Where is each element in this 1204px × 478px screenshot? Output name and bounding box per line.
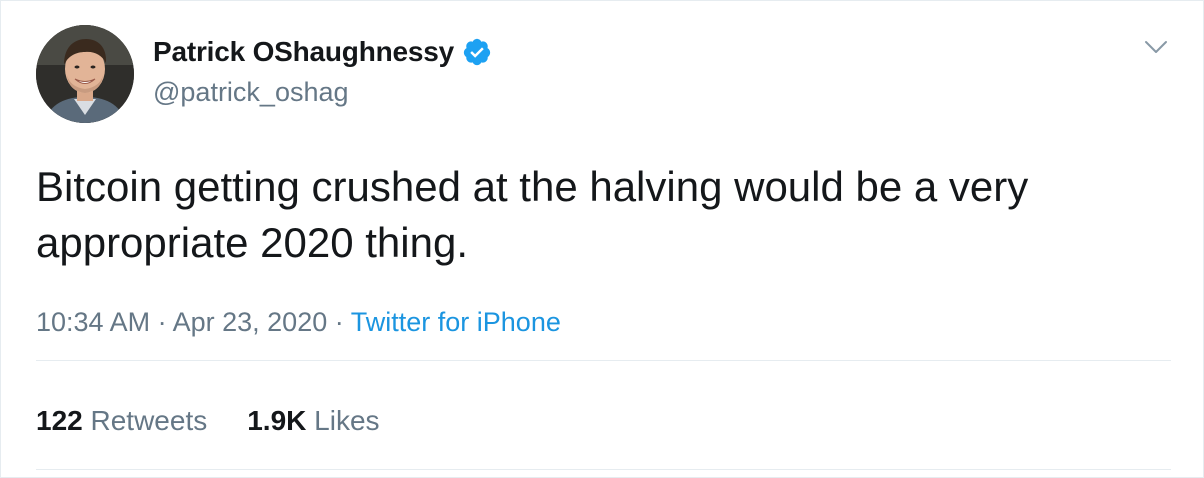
meta-separator: ·	[157, 307, 167, 337]
author-display-name[interactable]: Patrick OShaughnessy	[153, 36, 454, 68]
divider	[36, 360, 1171, 361]
tweet-date[interactable]: Apr 23, 2020	[173, 307, 328, 337]
tweet-source-link[interactable]: Twitter for iPhone	[351, 307, 561, 337]
tweet-card: Patrick OShaughnessy @patrick_oshag Bitc…	[0, 0, 1204, 478]
likes-label: Likes	[314, 405, 380, 436]
retweets-count: 122	[36, 405, 83, 436]
retweets-stat[interactable]: 122 Retweets	[36, 405, 207, 437]
author-handle[interactable]: @patrick_oshag	[153, 77, 349, 108]
tweet-text: Bitcoin getting crushed at the halving w…	[36, 163, 1029, 266]
meta-separator: ·	[334, 307, 344, 337]
verified-badge-icon	[462, 37, 492, 67]
chevron-down-icon[interactable]	[1144, 39, 1168, 55]
author-name-row[interactable]: Patrick OShaughnessy	[153, 36, 492, 68]
avatar[interactable]	[36, 25, 134, 123]
tweet-meta: 10:34 AM · Apr 23, 2020 · Twitter for iP…	[36, 307, 561, 338]
tweet-stats: 122 Retweets 1.9K Likes	[36, 405, 380, 437]
tweet-time[interactable]: 10:34 AM	[36, 307, 150, 337]
divider	[36, 469, 1171, 470]
retweets-label: Retweets	[90, 405, 208, 436]
likes-count: 1.9K	[247, 405, 307, 436]
likes-stat[interactable]: 1.9K Likes	[247, 405, 379, 437]
